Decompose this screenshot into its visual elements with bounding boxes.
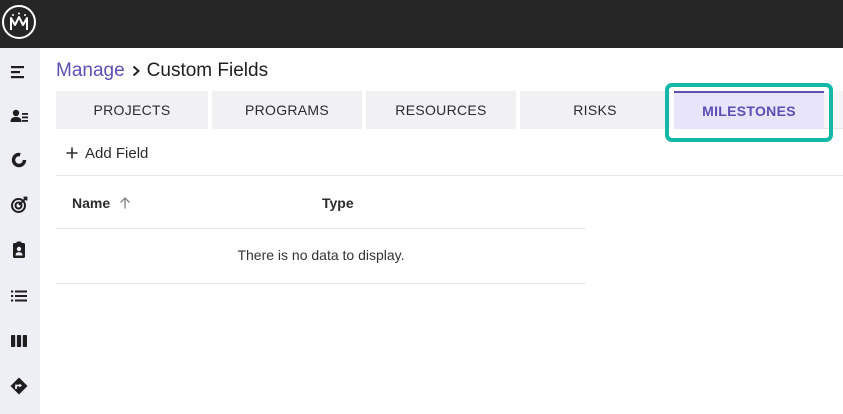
tab-milestones[interactable]: MILESTONES [674, 91, 824, 129]
list-icon[interactable] [9, 286, 29, 306]
donut-chart-icon[interactable] [9, 150, 29, 170]
add-field-button[interactable]: Add Field [64, 142, 148, 164]
clipboard-user-icon[interactable] [9, 240, 29, 260]
tab-risks[interactable]: RISKS [520, 91, 670, 129]
page-title: Custom Fields [146, 60, 269, 81]
menu-icon[interactable] [9, 62, 29, 82]
column-header-type[interactable]: Type [322, 193, 354, 213]
tab-resources[interactable]: RESOURCES [366, 91, 516, 129]
tab-programs[interactable]: PROGRAMS [212, 91, 362, 129]
column-header-type-label: Type [322, 195, 354, 211]
custom-fields-table: Name Type There is no data to display. [56, 176, 586, 284]
top-bar [0, 0, 843, 48]
crown-logo-icon [10, 12, 28, 30]
board-columns-icon[interactable] [9, 331, 29, 351]
empty-state-message: There is no data to display. [237, 247, 405, 263]
add-field-label: Add Field [85, 144, 149, 162]
target-icon[interactable] [9, 195, 29, 215]
column-header-name-label: Name [72, 195, 111, 211]
entity-tabs: PROJECTS PROGRAMS RESOURCES RISKS MILEST… [56, 91, 843, 129]
plus-icon [66, 147, 78, 159]
breadcrumb-manage-link[interactable]: Manage [56, 60, 125, 82]
column-header-name[interactable]: Name [72, 193, 132, 213]
chevron-right-icon [125, 58, 147, 84]
direction-sign-icon[interactable] [9, 376, 29, 396]
app-logo[interactable] [2, 5, 36, 39]
header-divider [56, 228, 586, 229]
breadcrumb: Manage Custom Fields [56, 58, 268, 84]
sort-ascending-icon [120, 197, 131, 209]
user-list-icon[interactable] [9, 106, 29, 126]
tab-projects[interactable]: PROJECTS [56, 91, 208, 129]
table-bottom-divider [56, 283, 586, 284]
sidebar [0, 48, 40, 414]
